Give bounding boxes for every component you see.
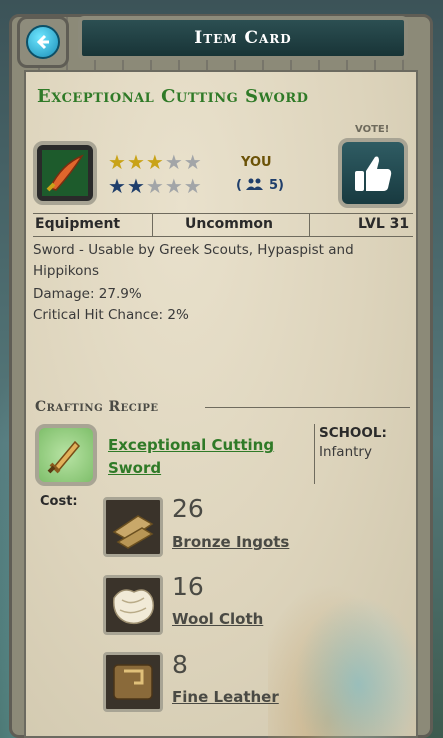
star-icon: ★ — [108, 174, 127, 198]
divider — [314, 424, 315, 484]
material-quantity: 26 — [172, 494, 204, 523]
fine-leather-icon[interactable] — [103, 652, 163, 712]
school-value: Infantry — [319, 444, 372, 460]
divider — [152, 214, 153, 236]
star-icon: ★ — [164, 174, 184, 198]
item-rarity: Uncommon — [185, 216, 274, 232]
item-name: Exceptional Cutting Sword — [37, 86, 309, 107]
item-damage: Damage: 27.9% — [33, 286, 142, 302]
votes-number: 5) — [269, 178, 285, 193]
vote-button[interactable] — [338, 138, 408, 208]
people-icon — [246, 178, 264, 190]
sword-icon — [47, 440, 81, 474]
votes-open-paren: ( — [236, 178, 242, 193]
star-icon: ★ — [145, 174, 165, 198]
recipe-item-icon-frame — [35, 424, 97, 486]
school-label: SCHOOL: — [319, 425, 387, 441]
star-icon: ★ — [183, 174, 203, 198]
star-icon[interactable]: ★ — [165, 150, 184, 174]
page-title: Item Card — [194, 28, 292, 48]
cost-label: Cost: — [40, 494, 78, 509]
material-name-link[interactable]: Wool Cloth — [172, 610, 263, 628]
community-rating-stars: ★★★★★ — [108, 174, 203, 198]
star-icon[interactable]: ★ — [184, 150, 203, 174]
title-banner: Item Card — [78, 16, 408, 60]
crafting-recipe-heading: Crafting Recipe — [35, 399, 159, 415]
recipe-name-line[interactable]: Sword — [108, 457, 278, 480]
thumbs-up-icon — [355, 156, 392, 191]
material-name-link[interactable]: Fine Leather — [172, 688, 279, 706]
wool-cloth-icon[interactable] — [103, 575, 163, 635]
star-icon[interactable]: ★ — [108, 150, 127, 174]
your-rating-stars[interactable]: ★★★★★ — [108, 150, 203, 174]
vote-label: VOTE! — [355, 124, 390, 135]
item-info-row: Equipment Uncommon LVL 31 — [33, 213, 413, 237]
material-quantity: 16 — [172, 572, 204, 601]
item-crit-chance: Critical Hit Chance: 2% — [33, 307, 189, 323]
divider — [309, 214, 310, 236]
bronze-ingots-icon[interactable] — [103, 497, 163, 557]
back-arrow-icon — [26, 25, 60, 59]
star-icon[interactable]: ★ — [127, 150, 146, 174]
material-name-link[interactable]: Bronze Ingots — [172, 533, 289, 551]
item-description-line: Hippikons — [33, 263, 99, 279]
divider — [205, 407, 410, 408]
recipe-item-link[interactable]: Exceptional Cutting Sword — [108, 434, 278, 480]
item-description-line: Sword - Usable by Greek Scouts, Hypaspis… — [33, 242, 354, 258]
sword-icon — [42, 150, 88, 196]
material-quantity: 8 — [172, 650, 188, 679]
item-icon-frame — [33, 141, 97, 205]
item-level: LVL 31 — [358, 216, 410, 232]
star-icon[interactable]: ★ — [146, 150, 165, 174]
star-icon: ★ — [126, 174, 146, 198]
item-type: Equipment — [35, 216, 121, 232]
recipe-name-line[interactable]: Exceptional Cutting — [108, 434, 278, 457]
fountain-illustration — [268, 560, 418, 738]
back-button[interactable] — [17, 16, 69, 68]
your-rating-label: YOU — [241, 155, 272, 170]
votes-count: ( 5) — [236, 178, 284, 193]
